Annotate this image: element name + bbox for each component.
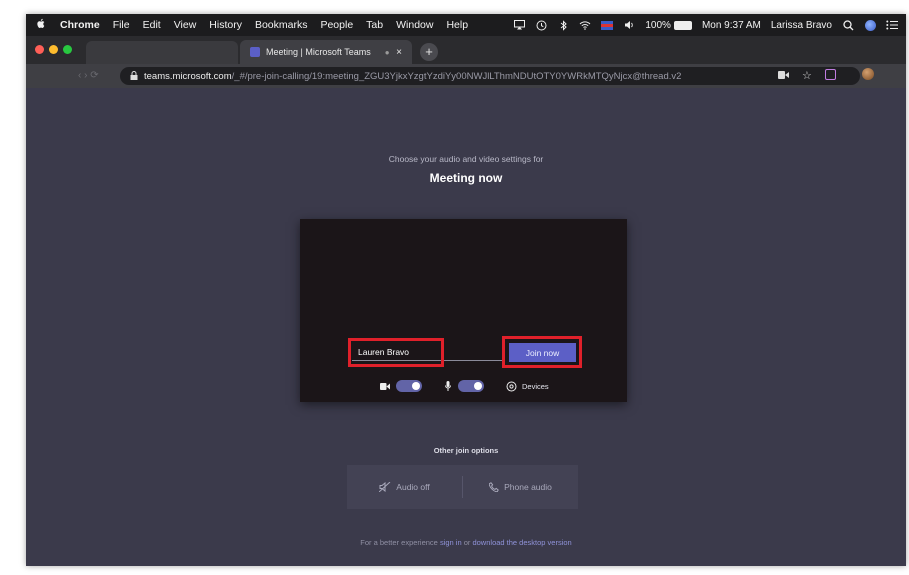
join-highlight-box [502, 336, 582, 368]
menubar-status-area: 100% Mon 9:37 AM Larissa Bravo [503, 14, 898, 36]
phone-audio-option[interactable]: Phone audio [463, 465, 578, 509]
window-controls [35, 45, 77, 54]
chrome-toolbar: ‹ › ⟳ teams.microsoft.com /_#/pre-join-c… [26, 64, 906, 88]
battery-icon[interactable] [673, 20, 692, 30]
menu-window[interactable]: Window [396, 19, 433, 31]
menu-help[interactable]: Help [446, 19, 468, 31]
volume-icon[interactable] [623, 19, 635, 31]
new-tab-button[interactable]: + [420, 43, 438, 61]
phone-icon [489, 482, 499, 492]
other-join-options-heading: Other join options [433, 446, 499, 455]
flag-icon[interactable] [601, 19, 614, 31]
meeting-title: Meeting now [429, 171, 503, 185]
menu-tab[interactable]: Tab [366, 19, 383, 31]
footer-prefix: For a better experience [360, 538, 440, 547]
lock-icon[interactable] [130, 70, 138, 82]
tab-teams-meeting[interactable]: Meeting | Microsoft Teams ● × [240, 40, 412, 64]
video-preview: Join now Devices [300, 219, 627, 402]
address-bar[interactable]: teams.microsoft.com /_#/pre-join-calling… [120, 67, 860, 85]
maximize-window-icon[interactable] [63, 45, 72, 54]
devices-label[interactable]: Devices [522, 382, 549, 391]
gear-icon[interactable] [506, 381, 517, 392]
bluetooth-icon[interactable] [557, 19, 569, 31]
menu-view[interactable]: View [174, 19, 197, 31]
menu-edit[interactable]: Edit [143, 19, 161, 31]
minimize-window-icon[interactable] [49, 45, 58, 54]
camera-icon [380, 381, 390, 391]
sign-in-link[interactable]: sign in [440, 538, 462, 547]
back-forward-icon[interactable]: ‹ › ⟳ [78, 70, 99, 81]
url-path: /_#/pre-join-calling/19:meeting_ZGU3Yjkx… [231, 70, 682, 82]
battery-percent: 100% [645, 19, 671, 31]
prejoin-subtitle: Choose your audio and video settings for [388, 154, 544, 164]
other-join-options: Audio off Phone audio [347, 465, 578, 509]
camera-toggle[interactable] [396, 380, 422, 392]
audio-off-label: Audio off [396, 482, 430, 492]
url-host: teams.microsoft.com [144, 70, 232, 82]
footer-message: For a better experience sign in or downl… [26, 538, 906, 547]
menubar-clock[interactable]: Mon 9:37 AM [702, 20, 761, 31]
menubar-user[interactable]: Larissa Bravo [771, 20, 832, 31]
mic-icon [444, 381, 452, 391]
notification-center-icon[interactable] [886, 19, 898, 31]
bookmark-star-icon[interactable]: ☆ [802, 69, 812, 82]
camera-in-use-icon[interactable] [778, 70, 789, 82]
siri-icon[interactable] [864, 19, 876, 31]
recording-dot-icon: ● [384, 47, 390, 57]
time-machine-icon[interactable] [535, 19, 547, 31]
menu-chrome[interactable]: Chrome [60, 19, 100, 31]
tab-close-icon[interactable]: × [396, 47, 402, 58]
airplay-icon[interactable] [513, 19, 525, 31]
spotlight-search-icon[interactable] [842, 19, 854, 31]
download-desktop-link[interactable]: download the desktop version [472, 538, 571, 547]
close-window-icon[interactable] [35, 45, 44, 54]
menu-bookmarks[interactable]: Bookmarks [255, 19, 308, 31]
name-highlight-box [348, 338, 444, 367]
footer-or: or [461, 538, 473, 547]
background-tab[interactable] [86, 41, 238, 64]
device-controls: Devices [380, 379, 549, 393]
tab-title: Meeting | Microsoft Teams [266, 47, 371, 57]
toolbar-actions: ☆ [778, 68, 900, 83]
audio-off-option[interactable]: Audio off [347, 465, 462, 509]
menu-history[interactable]: History [209, 19, 242, 31]
extension-icon[interactable] [824, 68, 849, 83]
mac-menu-bar: Chrome File Edit View History Bookmarks … [26, 14, 906, 36]
chrome-tab-strip: Meeting | Microsoft Teams ● × + [26, 36, 906, 64]
menu-file[interactable]: File [113, 19, 130, 31]
speaker-off-icon [379, 482, 391, 492]
profile-avatar-icon[interactable] [861, 68, 887, 83]
wifi-icon[interactable] [579, 19, 591, 31]
phone-audio-label: Phone audio [504, 482, 552, 492]
menu-people[interactable]: People [320, 19, 353, 31]
teams-favicon-icon [250, 47, 260, 57]
browser-window: Chrome File Edit View History Bookmarks … [26, 14, 906, 566]
mic-toggle[interactable] [458, 380, 484, 392]
apple-icon[interactable] [36, 18, 50, 32]
